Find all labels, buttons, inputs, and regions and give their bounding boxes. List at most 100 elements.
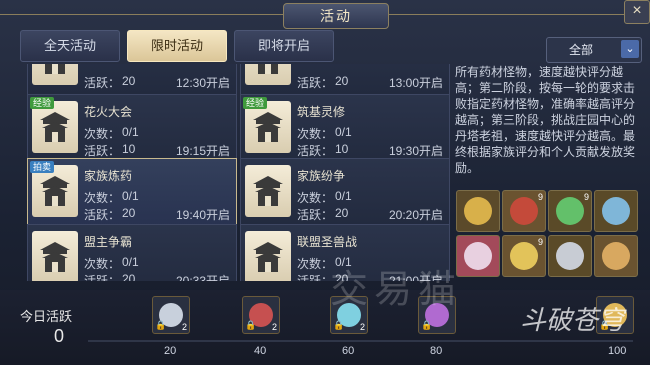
activity-card[interactable]: 家族纷争 次数： 0/1 活跃： 20 20:20开启 — [240, 158, 450, 228]
activity-points-label: 活跃： — [297, 76, 334, 90]
activity-points-value: 20 — [122, 206, 136, 220]
start-time: 12:30开启 — [175, 76, 230, 90]
activity-points-value: 20 — [335, 74, 349, 88]
window-title: 活动 — [283, 3, 389, 29]
reward-shape — [556, 197, 584, 225]
activity-card[interactable]: 经验花火大会次数： 0/1 活跃： 10 19:15开启 — [27, 94, 237, 164]
milestone-count: 2 — [271, 322, 277, 332]
milestone-value: 20 — [164, 345, 177, 357]
activity-points-value: 10 — [335, 142, 349, 156]
progress-track — [88, 340, 633, 342]
activity-name: 花火大会 — [84, 105, 133, 119]
description-line: 所有药材怪物，速度越快评分越 — [455, 65, 624, 79]
activity-name: 筑基灵修 — [297, 105, 346, 119]
milestone-count: 2 — [181, 322, 187, 332]
pavilion-icon — [32, 64, 78, 85]
chevron-down-icon[interactable]: ⌄ — [621, 40, 639, 58]
activity-card[interactable]: 活跃： 20 12:30开启 — [27, 64, 237, 96]
red-blade-icon[interactable]: 9 — [502, 190, 546, 232]
activity-points-value: 20 — [122, 74, 136, 88]
pavilion-icon — [245, 64, 291, 85]
reward-count: 9 — [537, 192, 543, 202]
reward-shape — [556, 242, 584, 270]
title-divider-right — [387, 14, 624, 15]
reward-shape — [602, 242, 630, 270]
activity-name: 家族纷争 — [297, 169, 346, 183]
game-logo: 斗破苍穹 — [520, 305, 625, 335]
activity-card[interactable]: 经验 筑基灵修 次数： 0/1 活跃： 10 19:30开启 — [240, 94, 450, 164]
watermark: 交易猫 — [330, 269, 463, 311]
filter-dropdown[interactable]: 全部 ⌄ — [546, 37, 642, 63]
today-activity-label: 今日活跃 — [20, 309, 73, 324]
count-value: 0/1 — [122, 255, 139, 269]
activity-points-label: 活跃： — [297, 208, 334, 222]
green-spirit-icon[interactable]: 9 — [548, 190, 592, 232]
description-line: 励。 — [455, 161, 480, 175]
pearl-box-icon[interactable] — [456, 235, 500, 277]
pavilion-icon — [245, 231, 291, 281]
pavilion-icon — [245, 165, 291, 217]
gold-ring-icon[interactable] — [456, 190, 500, 232]
reward-shape — [510, 197, 538, 225]
activity-points-value: 20 — [122, 272, 136, 281]
tab-limited-time[interactable]: 限时活动 — [127, 30, 227, 62]
activity-list[interactable]: 活跃： 20 12:30开启 活跃： 20 13:00开启 经验 花火大会 次数： 0/1 活跃： 1… — [27, 64, 451, 281]
description-line: 越高；第三阶段，挑战庄园中心的 — [455, 113, 636, 127]
reward-shape — [602, 197, 630, 225]
activity-badge: 经验 — [30, 97, 55, 109]
reward-count: 9 — [537, 237, 543, 247]
activity-points-label: 活跃： — [297, 274, 334, 281]
activity-points-label: 活跃： — [84, 274, 121, 281]
activity-points-value: 10 — [122, 142, 136, 156]
count-label: 次数： — [84, 257, 121, 271]
milestone-value: 60 — [342, 345, 355, 357]
activity-name: 联盟圣兽战 — [297, 235, 358, 249]
count-value: 0/1 — [122, 189, 139, 203]
count-label: 次数： — [297, 127, 334, 141]
activity-points-value: 20 — [335, 206, 349, 220]
milestone-value: 100 — [608, 345, 627, 357]
today-activity-value: 0 — [54, 326, 65, 346]
activity-badge: 拍卖 — [30, 161, 55, 173]
activity-points-label: 活跃： — [84, 76, 121, 90]
activity-badge: 经验 — [243, 97, 268, 109]
milestone-reward[interactable]: 🔒 2 — [152, 296, 190, 334]
scroll-icon[interactable] — [594, 235, 638, 277]
close-button[interactable]: × — [624, 0, 650, 24]
reward-shape — [510, 242, 538, 270]
start-time: 20:33开启 — [175, 274, 230, 281]
tab-upcoming[interactable]: 即将开启 — [234, 30, 334, 62]
tab-all-day[interactable]: 全天活动 — [20, 30, 120, 62]
start-time: 19:40开启 — [175, 208, 230, 222]
start-time: 20:20开启 — [388, 208, 443, 222]
golden-talisman-icon[interactable]: 9 — [502, 235, 546, 277]
count-label: 次数： — [297, 191, 334, 205]
activity-name: 家族炼药 — [84, 169, 133, 183]
start-time: 13:00开启 — [388, 76, 443, 90]
reward-shape — [464, 242, 492, 270]
activity-points-label: 活跃： — [84, 144, 121, 158]
activity-description: 所有药材怪物，速度越快评分越 高；第二阶段，按每一轮的要求击 败指定药材怪物，准… — [455, 64, 645, 182]
description-line: 高；第二阶段，按每一轮的要求击 — [455, 81, 636, 95]
count-label: 次数： — [297, 257, 334, 271]
lock-icon: 🔒 — [333, 320, 345, 330]
lock-icon: 🔒 — [245, 320, 257, 330]
activity-name: 盟主争霸 — [84, 235, 133, 249]
count-value: 0/1 — [122, 125, 139, 139]
activity-window: 活动 × 全天活动 限时活动 即将开启 全部 ⌄ 活跃： 20 12:30开启 活跃：… — [0, 0, 650, 365]
description-line: 丹塔老祖，速度越快评分越高。最 — [455, 129, 636, 143]
activity-card[interactable]: 活跃： 20 13:00开启 — [240, 64, 450, 96]
activity-card[interactable]: 盟主争霸次数： 0/1 活跃： 20 20:33开启 — [27, 224, 237, 281]
blue-beast-icon[interactable] — [594, 190, 638, 232]
count-label: 次数： — [84, 127, 121, 141]
tab-bar: 全天活动 限时活动 即将开启 全部 ⌄ — [20, 30, 645, 64]
start-time: 19:15开启 — [175, 144, 230, 158]
silver-coin-icon[interactable] — [548, 235, 592, 277]
milestone-reward[interactable]: 🔒 2 — [242, 296, 280, 334]
pavilion-icon — [32, 231, 78, 281]
reward-shape — [464, 197, 492, 225]
title-divider-left — [0, 14, 283, 15]
activity-card[interactable]: 拍卖 家族炼药 次数： 0/1 活跃： 20 19:40开启 — [27, 158, 237, 228]
count-label: 次数： — [84, 191, 121, 205]
description-line: 终根据家族评分和个人贡献发放奖 — [455, 145, 636, 159]
